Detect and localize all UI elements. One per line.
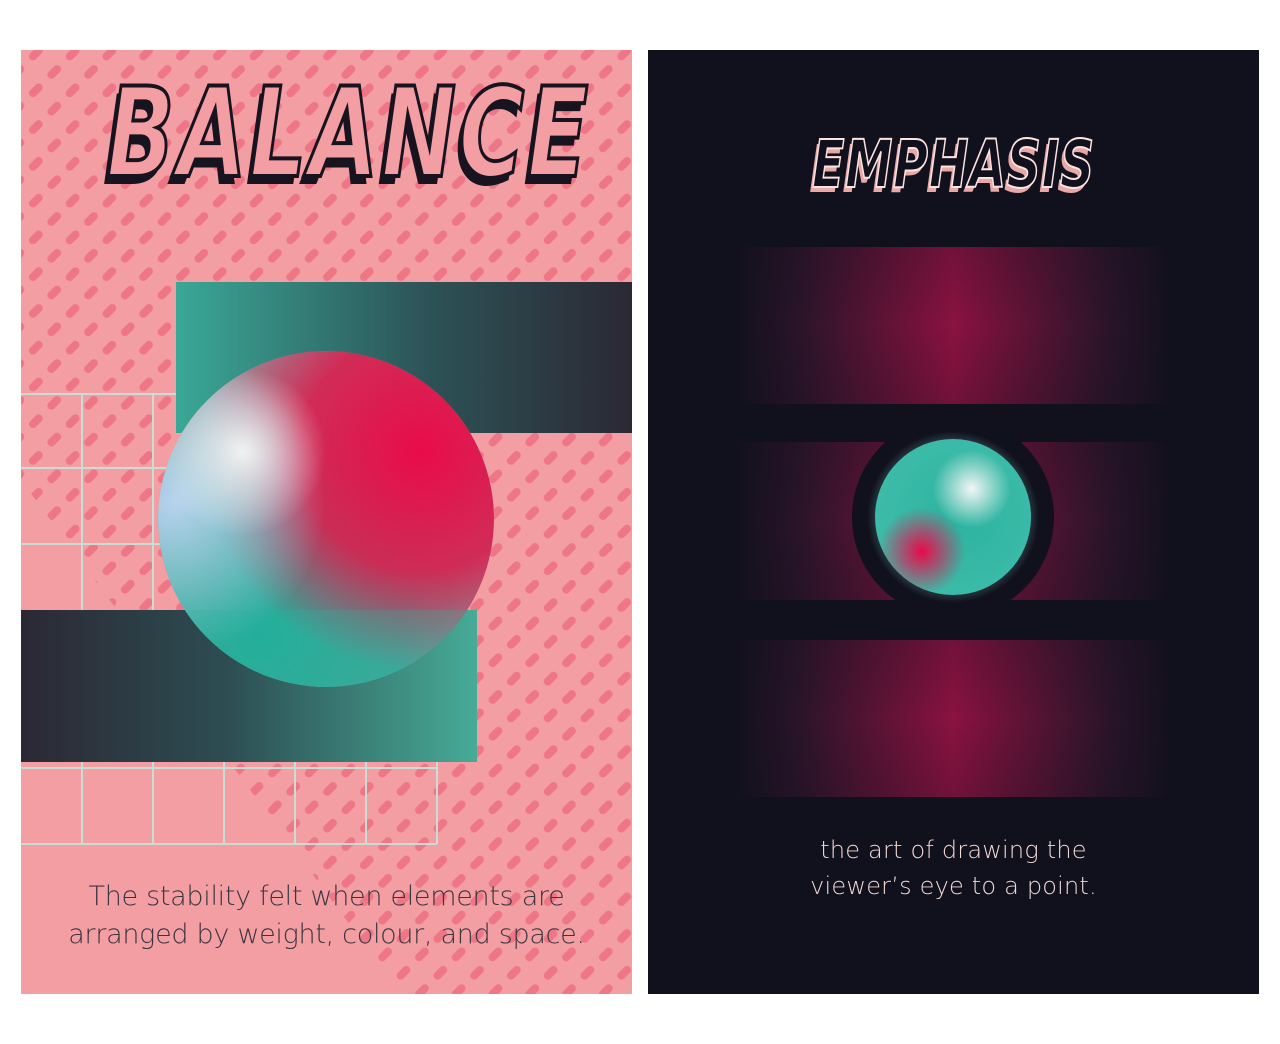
gradient-band-bottom [733,640,1174,797]
balance-title: BALANCE [105,62,592,206]
balance-caption: The stability felt when elements are arr… [21,878,632,954]
balance-caption-line-1: The stability felt when elements are [88,881,565,912]
emphasis-caption: the art of drawing the viewer’s eye to a… [648,832,1259,904]
focal-orb [875,439,1031,595]
balance-poster: BALANCE The stability felt when elements… [21,50,632,994]
emphasis-poster: EMPHASIS the art of drawing the viewer’s… [648,50,1259,994]
emphasis-caption-line-2: viewer’s eye to a point. [810,872,1097,900]
emphasis-caption-line-1: the art of drawing the [820,836,1087,864]
gradient-band-top [733,247,1174,404]
balance-caption-line-2: arranged by weight, colour, and space. [68,919,585,950]
emphasis-title: EMPHASIS [811,126,1096,203]
